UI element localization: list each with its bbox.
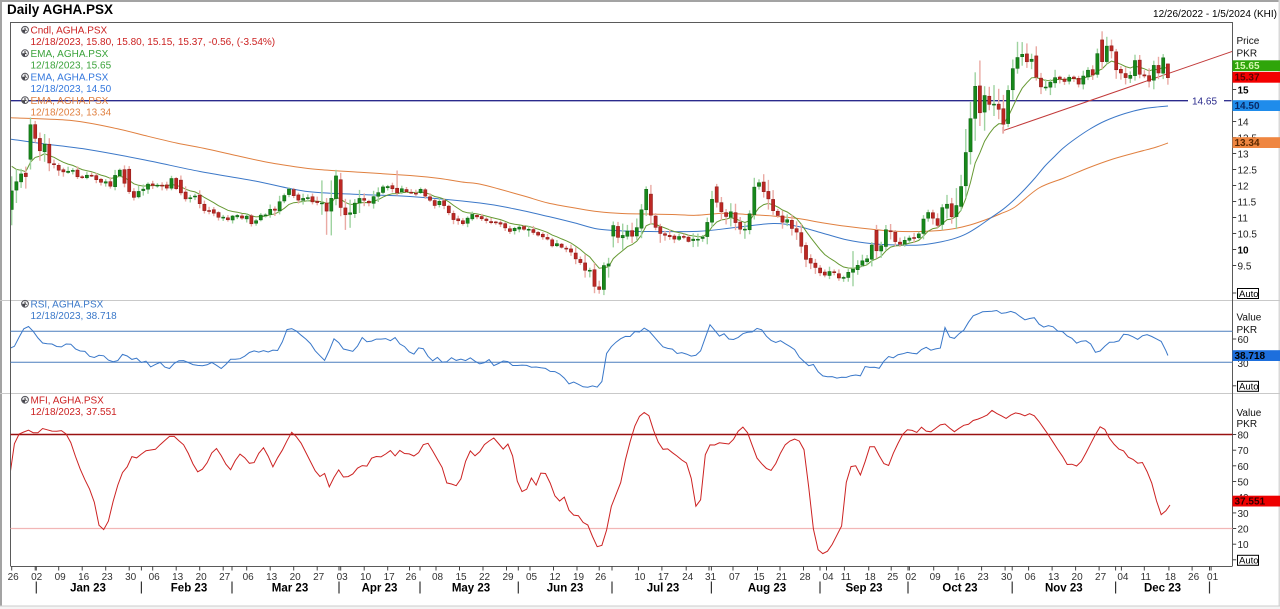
svg-text:15.65: 15.65 [1235,61,1260,72]
svg-text:10: 10 [634,572,646,583]
svg-text:11.5: 11.5 [1238,198,1257,209]
svg-text:31: 31 [705,572,717,583]
svg-text:PKR: PKR [1237,49,1258,60]
svg-text:MFI, AGHA.PSX: MFI, AGHA.PSX [31,396,105,407]
svg-text:12/18/2023, 37.551: 12/18/2023, 37.551 [31,407,118,418]
svg-text:38.718: 38.718 [1235,351,1266,362]
svg-text:70: 70 [1238,446,1250,457]
svg-text:13: 13 [1238,150,1250,161]
svg-text:EMA, AGHA.PSX: EMA, AGHA.PSX [31,72,109,83]
svg-text:14.50: 14.50 [1235,101,1260,112]
svg-text:30: 30 [125,572,137,583]
svg-text:27: 27 [219,572,231,583]
svg-text:23: 23 [978,572,990,583]
svg-text:Cndl, AGHA.PSX: Cndl, AGHA.PSX [31,26,108,37]
svg-text:27: 27 [313,572,325,583]
svg-text:Aug 23: Aug 23 [748,582,786,594]
svg-text:01: 01 [1207,572,1219,583]
svg-text:Dec 23: Dec 23 [1144,582,1181,594]
svg-text:Auto: Auto [1239,382,1259,393]
svg-text:10: 10 [1238,540,1250,551]
svg-text:15.37: 15.37 [1235,73,1260,84]
svg-text:50: 50 [1238,478,1250,489]
svg-text:30: 30 [1238,509,1250,520]
svg-text:60: 60 [1238,462,1250,473]
svg-text:Value: Value [1237,408,1262,419]
svg-text:9.5: 9.5 [1238,262,1252,273]
svg-text:24: 24 [682,572,694,583]
svg-text:29: 29 [502,572,514,583]
svg-text:25: 25 [887,572,899,583]
svg-text:37.551: 37.551 [1235,496,1266,507]
svg-text:80: 80 [1238,431,1250,442]
svg-text:Mar 23: Mar 23 [272,582,308,594]
svg-text:26: 26 [8,572,20,583]
svg-text:28: 28 [799,572,811,583]
svg-text:Jun 23: Jun 23 [547,582,583,594]
svg-text:06: 06 [243,572,255,583]
svg-text:Sep 23: Sep 23 [845,582,882,594]
svg-text:12/18/2023, 14.50: 12/18/2023, 14.50 [31,84,112,95]
svg-text:08: 08 [432,572,444,583]
svg-text:07: 07 [729,572,741,583]
svg-text:Feb 23: Feb 23 [171,582,207,594]
svg-text:Value: Value [1237,313,1262,324]
svg-text:EMA, AGHA.PSX: EMA, AGHA.PSX [31,49,109,60]
svg-text:12/18/2023, 15.65: 12/18/2023, 15.65 [31,61,112,72]
svg-text:Price: Price [1237,36,1260,47]
svg-text:10.5: 10.5 [1238,230,1258,241]
svg-text:30: 30 [1001,572,1013,583]
svg-text:04: 04 [822,572,834,583]
svg-text:Auto: Auto [1239,289,1259,300]
svg-text:20: 20 [1238,525,1250,536]
svg-text:10: 10 [1238,246,1250,257]
svg-text:May 23: May 23 [452,582,490,594]
svg-text:EMA, AGHA.PSX: EMA, AGHA.PSX [31,96,109,107]
svg-text:Jul 23: Jul 23 [647,582,680,594]
svg-text:13.34: 13.34 [1235,138,1260,149]
svg-text:60: 60 [1238,335,1250,346]
svg-text:12.5: 12.5 [1238,166,1258,177]
svg-text:09: 09 [930,572,942,583]
svg-text:12/18/2023, 38.718: 12/18/2023, 38.718 [31,311,118,322]
svg-text:Jan 23: Jan 23 [70,582,106,594]
svg-text:26: 26 [595,572,607,583]
svg-text:26: 26 [1188,572,1200,583]
svg-text:Auto: Auto [1239,556,1259,567]
svg-text:05: 05 [526,572,538,583]
svg-text:06: 06 [1025,572,1037,583]
svg-text:PKR: PKR [1237,419,1258,430]
svg-text:RSI, AGHA.PSX: RSI, AGHA.PSX [31,300,104,311]
svg-text:14.65: 14.65 [1192,97,1217,108]
svg-text:02: 02 [905,572,917,583]
svg-text:12/18/2023, 15.80, 15.80, 15.1: 12/18/2023, 15.80, 15.80, 15.15, 15.37, … [31,37,276,48]
svg-text:Oct 23: Oct 23 [942,582,977,594]
svg-text:27: 27 [1095,572,1107,583]
svg-text:Apr 23: Apr 23 [362,582,398,594]
svg-text:11: 11 [1238,214,1249,225]
svg-text:03: 03 [337,572,349,583]
svg-text:06: 06 [149,572,161,583]
svg-text:15: 15 [1238,86,1250,97]
svg-text:Nov 23: Nov 23 [1045,582,1083,594]
svg-text:04: 04 [1117,572,1129,583]
svg-text:12/18/2023, 13.34: 12/18/2023, 13.34 [31,108,112,119]
svg-text:02: 02 [31,572,43,583]
svg-text:12: 12 [1238,182,1250,193]
svg-text:09: 09 [55,572,67,583]
svg-text:26: 26 [405,572,417,583]
svg-text:14: 14 [1238,118,1250,129]
